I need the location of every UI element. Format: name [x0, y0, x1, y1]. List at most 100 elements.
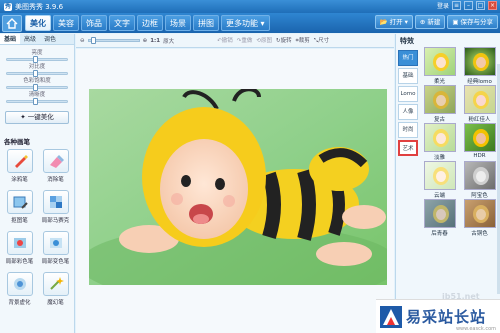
menu-icon[interactable]: ≡ [452, 1, 461, 10]
window-title: 美图秀秀 3.9.6 [15, 2, 64, 11]
slider-knob[interactable] [33, 98, 38, 105]
brush-magic[interactable]: 魔幻笔 [39, 272, 72, 310]
minimize-icon[interactable]: – [464, 1, 473, 10]
effect-youth[interactable]: 后青春 [421, 199, 458, 237]
tab-more-label: 更多功能 [226, 19, 258, 28]
reset-label: 原图 [260, 38, 272, 44]
brightness-label: 亮度 [31, 50, 43, 56]
doodle-brush-icon [6, 149, 33, 173]
effect-thumbnail [423, 161, 456, 190]
edit-actions: ↶撤销 ↷重做 ⟲原图 ↻旋转 ⌗裁剪 ⤡尺寸 [217, 36, 329, 45]
one-key-beautify-button[interactable]: ✦ 一键美化 [5, 111, 69, 124]
title-bar: 秀 美图秀秀 3.9.6 登录 ≡ – □ × [0, 0, 500, 13]
effect-cloud[interactable]: 云端 [421, 161, 458, 199]
brush-grid: 涂鸦笔 消除笔 抠图笔 局部马赛克 局部彩色笔 局部变色笔 背景虚化 魔幻笔 [0, 149, 74, 310]
rotate-button[interactable]: ↻旋转 [276, 36, 292, 45]
home-icon [6, 17, 18, 29]
effect-abao[interactable]: 阿宝色 [461, 161, 498, 199]
tab-color[interactable]: 调色 [40, 34, 60, 44]
effect-classic-lomo[interactable]: 经典lomo [461, 47, 498, 85]
effect-label: 经典lomo [467, 79, 492, 85]
open-label: 打开 [389, 18, 403, 26]
redo-button[interactable]: ↷重做 [237, 36, 253, 45]
folder-icon: 📂 [379, 18, 388, 26]
tab-cosmetic[interactable]: 美容 [53, 15, 79, 31]
tab-basic[interactable]: 基础 [0, 34, 21, 44]
effect-thumbnail [463, 85, 496, 114]
brush-mosaic[interactable]: 局部马赛克 [39, 190, 72, 228]
size-label: 尺寸 [318, 38, 330, 44]
tab-decoration[interactable]: 饰品 [81, 15, 107, 31]
window-controls: 登录 ≡ – □ × [437, 1, 497, 10]
reset-button[interactable]: ⟲原图 [256, 36, 272, 45]
tab-collage[interactable]: 拼图 [193, 15, 219, 31]
adjust-sliders: 亮度 对比度 色彩饱和度 清晰度 [0, 45, 74, 106]
maximize-icon[interactable]: □ [476, 1, 485, 10]
effect-thumbnails: 柔光 经典lomo 复古 粉红佳人 淡雅 HDR 云端 阿宝色 后青春 古铜色 [421, 47, 499, 237]
sharpness-label: 清晰度 [28, 92, 46, 98]
brush-doodle[interactable]: 涂鸦笔 [3, 149, 36, 187]
save-share-button[interactable]: ▣ 保存与分享 [447, 15, 498, 29]
tab-text[interactable]: 文字 [109, 15, 135, 31]
effect-soft-light[interactable]: 柔光 [421, 47, 458, 85]
category-fashion[interactable]: 时尚 [398, 122, 418, 138]
new-button[interactable]: ⊕ 新建 [414, 15, 446, 29]
login-link[interactable]: 登录 [437, 1, 449, 10]
sharpness-slider[interactable] [6, 98, 68, 105]
site-watermark: 易采站长站 www.easck.com [376, 299, 500, 333]
effect-thumbnail [423, 123, 456, 152]
original-size-button[interactable]: 原大 [163, 37, 174, 45]
brush-local-color[interactable]: 局部彩色笔 [3, 231, 36, 269]
zoom-knob[interactable] [90, 37, 96, 44]
baby-bee-photo [89, 89, 387, 285]
zoom-out-icon[interactable]: ⊖ [80, 38, 85, 44]
save-icon: ▣ [452, 18, 459, 26]
brush-local-recolor[interactable]: 局部变色笔 [39, 231, 72, 269]
zoom-value[interactable]: 1:1 [150, 38, 160, 44]
category-art[interactable]: 艺术 [398, 140, 418, 156]
category-portrait[interactable]: 人像 [398, 104, 418, 120]
tab-scene[interactable]: 场景 [165, 15, 191, 31]
open-button[interactable]: 📂 打开 ▾ [374, 15, 413, 29]
undo-label: 撤销 [221, 38, 233, 44]
effect-thumbnail [463, 199, 496, 228]
effect-elegant[interactable]: 淡雅 [421, 123, 458, 161]
contrast-slider[interactable] [6, 70, 68, 77]
brush-label: 消除笔 [47, 177, 64, 183]
eraser-brush-icon [42, 149, 69, 173]
brush-eraser[interactable]: 消除笔 [39, 149, 72, 187]
watermark-logo-icon [380, 305, 402, 328]
effect-hdr[interactable]: HDR [461, 123, 498, 161]
tab-beautify[interactable]: 美化 [25, 15, 51, 31]
effect-label: HDR [473, 153, 486, 159]
brush-label: 局部变色笔 [41, 259, 70, 265]
effect-bronze[interactable]: 古铜色 [461, 199, 498, 237]
saturation-slider[interactable] [6, 84, 68, 91]
tab-border[interactable]: 边框 [137, 15, 163, 31]
photo-canvas[interactable] [89, 89, 387, 285]
effect-pink-lady[interactable]: 粉红佳人 [461, 85, 498, 123]
category-basic[interactable]: 基础 [398, 68, 418, 84]
undo-button[interactable]: ↶撤销 [217, 36, 233, 45]
slider-knob[interactable] [33, 70, 38, 77]
resize-button[interactable]: ⤡尺寸 [314, 36, 329, 45]
effect-thumbnail [423, 47, 456, 76]
brightness-slider[interactable] [6, 56, 68, 63]
effect-retro[interactable]: 复古 [421, 85, 458, 123]
brush-cutout[interactable]: 抠图笔 [3, 190, 36, 228]
category-lomo[interactable]: Lomo [398, 86, 418, 102]
crop-button[interactable]: ⌗裁剪 [296, 36, 310, 45]
slider-knob[interactable] [33, 56, 38, 63]
magic-icon: ✦ [20, 113, 26, 121]
zoom-in-icon[interactable]: ⊕ [143, 38, 148, 44]
slider-knob[interactable] [33, 84, 38, 91]
close-icon[interactable]: × [488, 1, 497, 10]
home-button[interactable] [2, 14, 22, 32]
zoom-slider[interactable] [87, 37, 140, 44]
category-hot[interactable]: 热门 [398, 50, 418, 66]
tab-advanced[interactable]: 高级 [20, 34, 40, 44]
tab-more-functions[interactable]: 更多功能 ▾ [221, 15, 270, 31]
saturation-label: 色彩饱和度 [23, 78, 51, 84]
brush-blur-background[interactable]: 背景虚化 [3, 272, 36, 310]
effect-label: 后青春 [431, 231, 448, 237]
